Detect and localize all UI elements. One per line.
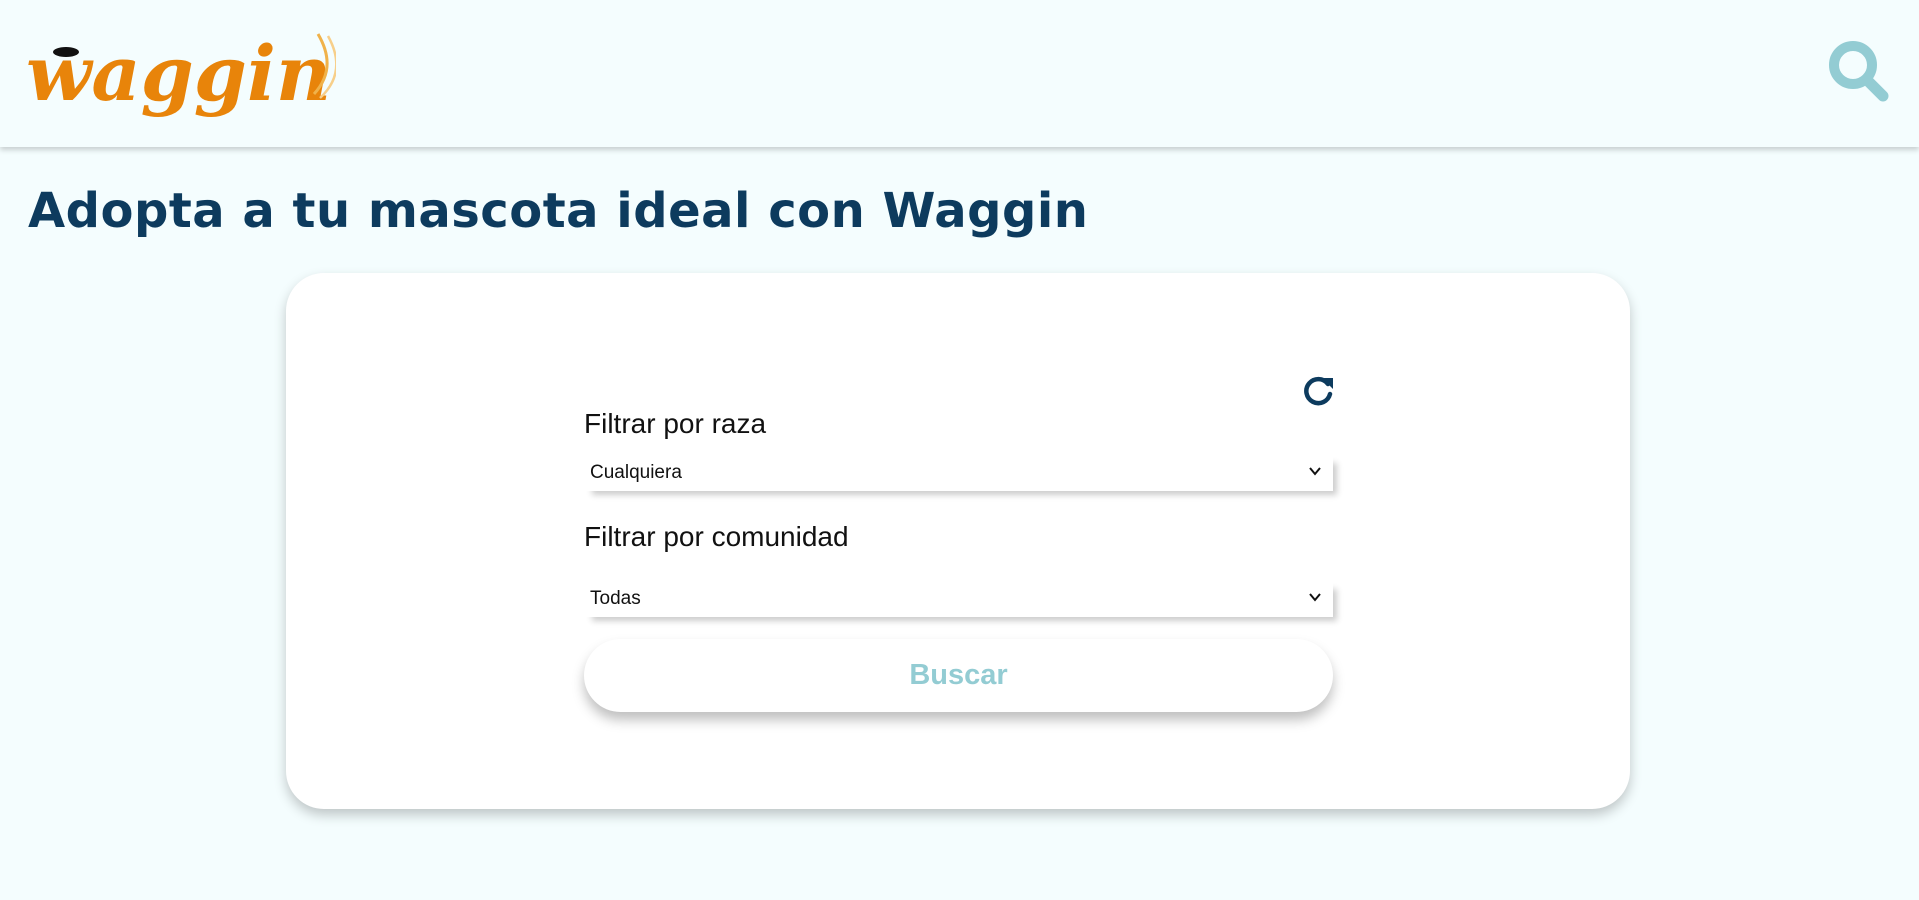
svg-text:waggin: waggin (26, 29, 331, 118)
community-select[interactable]: Todas (584, 581, 1333, 617)
waggin-logo[interactable]: waggin (26, 28, 336, 140)
header: waggin (0, 0, 1919, 147)
filter-card (286, 273, 1630, 809)
breed-select-value: Cualquiera (590, 462, 682, 483)
search-icon[interactable] (1828, 40, 1890, 104)
breed-filter-label: Filtrar por raza (584, 408, 767, 439)
refresh-icon[interactable] (1300, 372, 1336, 408)
page-title: Adopta a tu mascota ideal con Waggin (28, 183, 1089, 239)
search-button[interactable]: Buscar (584, 639, 1333, 712)
breed-select[interactable]: Cualquiera (584, 455, 1333, 491)
community-filter-label: Filtrar por comunidad (584, 521, 849, 552)
chevron-down-icon (1309, 593, 1321, 602)
chevron-down-icon (1309, 467, 1321, 476)
community-select-value: Todas (590, 588, 641, 609)
